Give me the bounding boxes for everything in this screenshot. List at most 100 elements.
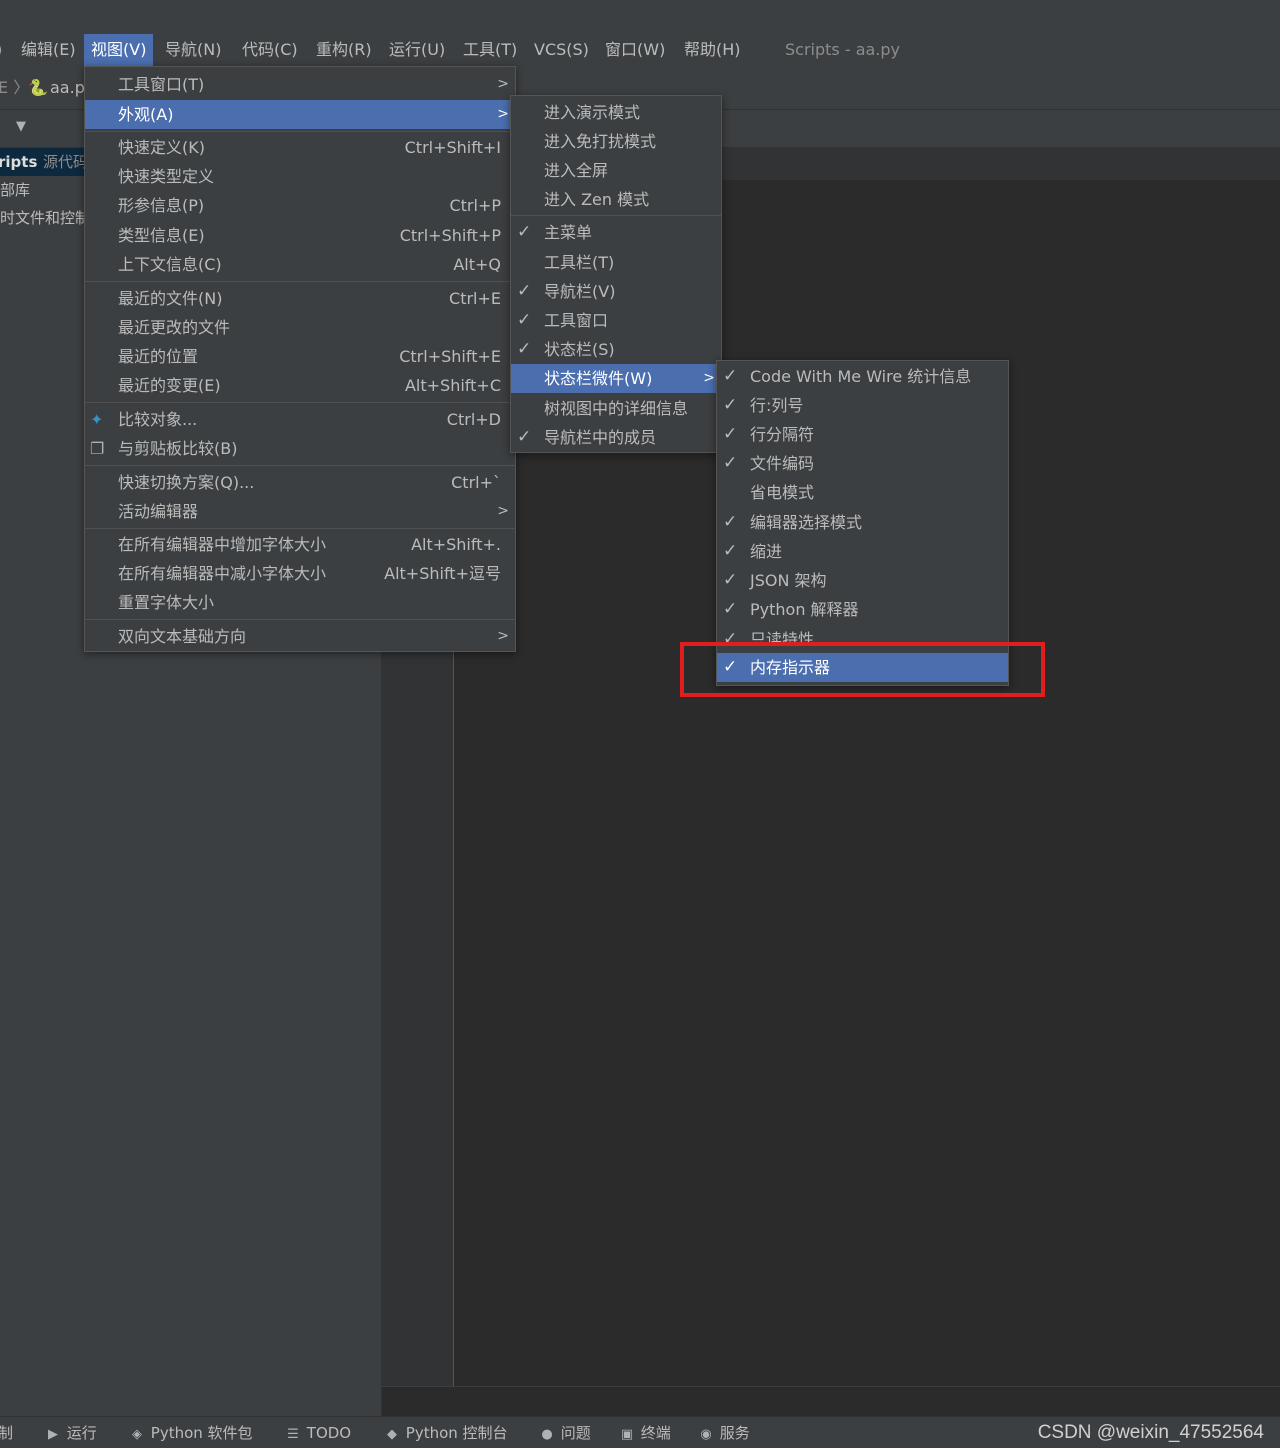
menu-view[interactable]: 视图(V) (84, 34, 154, 66)
submenu-arrow-icon: > (497, 503, 509, 519)
menu-separator (85, 619, 515, 620)
widget-selection-mode[interactable]: ✓ 编辑器选择模式 (717, 508, 1008, 537)
compare-icon: ✦ (90, 410, 104, 429)
appearance-navigation-bar[interactable]: ✓ 导航栏(V) (511, 277, 721, 306)
view-menu-decrease-font[interactable]: 在所有编辑器中减小字体大小 Alt+Shift+逗号 (85, 559, 515, 588)
status-bar-widgets-submenu: ✓ Code With Me Wire 统计信息 ✓ 行:列号 ✓ 行分隔符 ✓… (716, 360, 1009, 686)
tree-item-label: 部库 (0, 181, 31, 199)
widget-read-only[interactable]: ✓ 只读特性 (717, 625, 1008, 643)
view-menu-compare-clipboard[interactable]: ❐ 与剪贴板比较(B) (85, 434, 515, 463)
view-menu-quick-switch-scheme[interactable]: 快速切换方案(Q)... Ctrl+` (85, 468, 515, 497)
check-icon: ✓ (723, 541, 738, 561)
check-icon: ✓ (723, 629, 738, 643)
menu-run[interactable]: 运行(U) (382, 34, 452, 66)
main-menu-bar: ) 编辑(E) 视图(V) 导航(N) 代码(C) 重构(R) 运行(U) 工具… (0, 34, 1280, 66)
view-menu-bidi-direction[interactable]: 双向文本基础方向 > (85, 622, 515, 651)
menu-label: 外观(A) (118, 105, 174, 124)
check-icon: ✓ (723, 366, 738, 386)
toolwindow-terminal[interactable]: ▣ 终端 (618, 1417, 671, 1448)
window-title: Scripts - aa.py (785, 40, 901, 59)
menu-shortcut: Ctrl+D (446, 410, 501, 429)
menu-separator (85, 465, 515, 466)
view-menu-recent-changes[interactable]: 最近的变更(E) Alt+Shift+C (85, 371, 515, 400)
view-menu-appearance[interactable]: 外观(A) > (85, 100, 515, 129)
menu-label: 上下文信息(C) (118, 255, 222, 274)
breadcrumb-file[interactable]: aa.p (50, 66, 85, 110)
menu-label: 缩进 (750, 542, 783, 561)
menu-edit[interactable]: 编辑(E) (14, 34, 83, 66)
widget-line-separator[interactable]: ✓ 行分隔符 (717, 420, 1008, 449)
menu-label: 行:列号 (750, 396, 804, 415)
view-menu-recent-locations[interactable]: 最近的位置 Ctrl+Shift+E (85, 342, 515, 371)
menu-label: 快速切换方案(Q)... (118, 473, 255, 492)
view-menu-increase-font[interactable]: 在所有编辑器中增加字体大小 Alt+Shift+. (85, 530, 515, 559)
toolwindow-python-packages[interactable]: ◈ Python 软件包 (128, 1417, 253, 1448)
menu-code[interactable]: 代码(C) (235, 34, 305, 66)
widget-file-encoding[interactable]: ✓ 文件编码 (717, 449, 1008, 478)
toolwindow-todo[interactable]: ☰ TODO (284, 1417, 351, 1448)
view-menu-type-info[interactable]: 类型信息(E) Ctrl+Shift+P (85, 221, 515, 250)
widget-line-column[interactable]: ✓ 行:列号 (717, 391, 1008, 420)
dropdown-arrow-icon[interactable]: ▼ (16, 119, 26, 134)
appearance-dnd-mode[interactable]: 进入免打扰模式 (511, 127, 721, 156)
appearance-presentation-mode[interactable]: 进入演示模式 (511, 98, 721, 127)
toolwindow-partial[interactable]: 制 (0, 1417, 13, 1448)
menu-help[interactable]: 帮助(H) (677, 34, 748, 66)
view-menu-reset-font[interactable]: 重置字体大小 (85, 588, 515, 617)
menu-label: 最近的变更(E) (118, 376, 221, 395)
tree-item-libraries[interactable]: 部库 (0, 176, 30, 204)
widget-indent[interactable]: ✓ 缩进 (717, 537, 1008, 566)
toolwindow-label: 终端 (640, 1424, 671, 1442)
tree-item-scratches[interactable]: 时文件和控制 (0, 204, 90, 232)
menu-refactor[interactable]: 重构(R) (309, 34, 379, 66)
menu-label: JSON 架构 (750, 571, 827, 590)
appearance-full-screen[interactable]: 进入全屏 (511, 156, 721, 185)
widget-power-save[interactable]: 省电模式 (717, 478, 1008, 507)
appearance-zen-mode[interactable]: 进入 Zen 模式 (511, 185, 721, 214)
appearance-status-bar[interactable]: ✓ 状态栏(S) (511, 335, 721, 364)
menu-label: Python 解释器 (750, 600, 859, 619)
menu-label: 文件编码 (750, 454, 815, 473)
menu-shortcut: Alt+Shift+逗号 (384, 564, 501, 583)
view-menu-parameter-info[interactable]: 形参信息(P) Ctrl+P (85, 191, 515, 220)
view-menu-quick-definition[interactable]: 快速定义(K) Ctrl+Shift+I (85, 133, 515, 162)
appearance-tool-windows[interactable]: ✓ 工具窗口 (511, 306, 721, 335)
widget-code-with-me[interactable]: ✓ Code With Me Wire 统计信息 (717, 362, 1008, 391)
menu-tools[interactable]: 工具(T) (456, 34, 524, 66)
menu-label: 进入 Zen 模式 (544, 190, 650, 209)
menu-separator (85, 402, 515, 403)
appearance-status-bar-widgets[interactable]: 状态栏微件(W) > (511, 364, 721, 393)
menu-label: 快速定义(K) (118, 138, 205, 157)
toolwindow-problems[interactable]: ● 问题 (538, 1417, 590, 1448)
clipboard-compare-icon: ❐ (90, 439, 105, 458)
check-icon: ✓ (723, 570, 738, 590)
menu-vcs[interactable]: VCS(S) (527, 34, 596, 66)
project-root-suffix: 源代码 (43, 153, 89, 171)
view-menu-recent-files[interactable]: 最近的文件(N) Ctrl+E (85, 284, 515, 313)
toolwindow-python-console[interactable]: ◆ Python 控制台 (383, 1417, 508, 1448)
highlight-callout-box (680, 642, 1045, 697)
view-menu-compare[interactable]: ✦ 比较对象... Ctrl+D (85, 405, 515, 434)
menu-item-cut-off[interactable]: ) (0, 34, 2, 66)
widget-python-interpreter[interactable]: ✓ Python 解释器 (717, 595, 1008, 624)
menu-label: 工具窗口(T) (118, 75, 205, 94)
view-menu-recently-changed[interactable]: 最近更改的文件 (85, 313, 515, 342)
toolwindow-run[interactable]: ▶ 运行 (44, 1417, 97, 1448)
appearance-nav-members[interactable]: ✓ 导航栏中的成员 (511, 423, 721, 452)
menu-shortcut: Ctrl+P (449, 196, 501, 215)
menu-label: 形参信息(P) (118, 196, 205, 215)
toolwindow-services[interactable]: ◉ 服务 (697, 1417, 749, 1448)
menu-window[interactable]: 窗口(W) (598, 34, 672, 66)
appearance-tree-details[interactable]: 树视图中的详细信息 (511, 394, 721, 423)
appearance-toolbar[interactable]: 工具栏(T) (511, 248, 721, 277)
menu-separator (511, 215, 721, 216)
project-root-label: ripts (0, 153, 38, 171)
view-menu-active-editor[interactable]: 活动编辑器 > (85, 497, 515, 526)
appearance-main-menu[interactable]: ✓ 主菜单 (511, 218, 721, 247)
view-menu-tool-windows[interactable]: 工具窗口(T) > (85, 70, 515, 99)
widget-json-schema[interactable]: ✓ JSON 架构 (717, 566, 1008, 595)
menu-navigate[interactable]: 导航(N) (158, 34, 228, 66)
view-menu-context-info[interactable]: 上下文信息(C) Alt+Q (85, 250, 515, 279)
view-menu-quick-type-definition[interactable]: 快速类型定义 (85, 162, 515, 191)
menu-label: 主菜单 (544, 223, 593, 242)
